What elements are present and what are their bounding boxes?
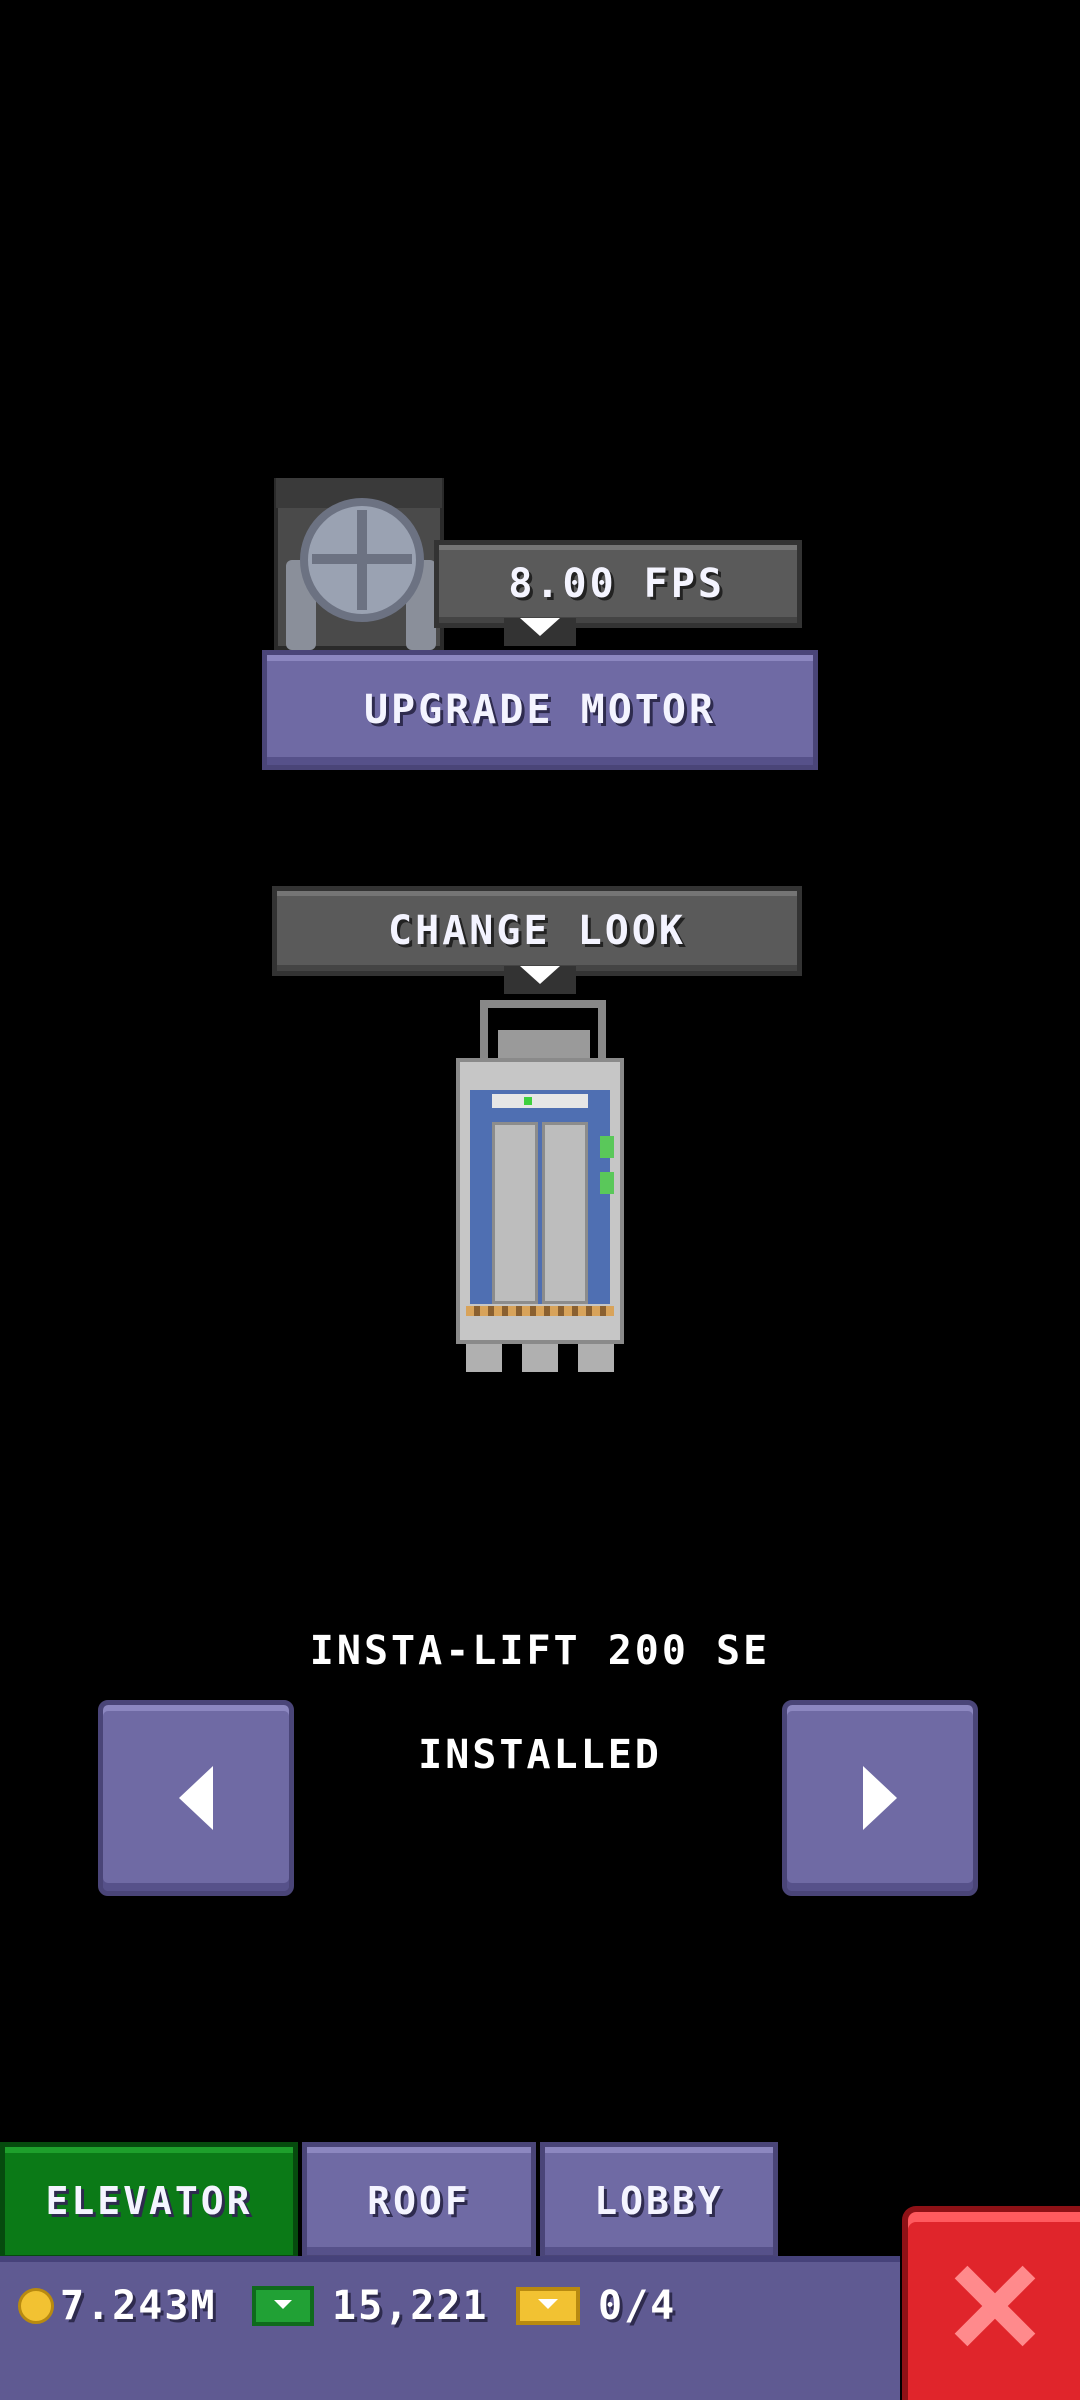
arrow-right-icon	[863, 1766, 897, 1830]
cab-door-right	[542, 1122, 588, 1304]
coin-amount: 7.243M	[60, 2283, 217, 2329]
motor-speed-box: 8.00 FPS	[434, 540, 802, 628]
close-button[interactable]	[902, 2206, 1080, 2400]
bux-counter: 15,221	[252, 2276, 489, 2336]
cab-button-panel	[600, 1136, 614, 1158]
cash-icon	[252, 2286, 314, 2326]
elevator-model-name: INSTA-LIFT 200 SE	[309, 1628, 771, 1674]
next-look-button[interactable]	[782, 1700, 978, 1896]
cab-top	[498, 1030, 590, 1060]
tab-lobby-label: LOBBY	[594, 2179, 724, 2223]
ticket-counter: 0/4	[516, 2276, 676, 2336]
arrow-left-icon	[179, 1766, 213, 1830]
coin-icon	[18, 2288, 54, 2324]
look-pointer	[504, 966, 576, 994]
speed-pointer	[504, 618, 576, 646]
motor-spoke	[357, 510, 367, 610]
cab-feet	[466, 1344, 614, 1372]
close-icon	[952, 2264, 1036, 2348]
change-look-button[interactable]: CHANGE LOOK	[272, 886, 802, 976]
tab-elevator-label: ELEVATOR	[45, 2179, 253, 2223]
coin-counter: 7.243M	[18, 2276, 217, 2336]
previous-look-button[interactable]	[98, 1700, 294, 1896]
cab-indicator-light	[524, 1097, 532, 1105]
bux-amount: 15,221	[332, 2283, 489, 2329]
cab-button-panel	[600, 1172, 614, 1194]
ticket-icon	[516, 2287, 580, 2325]
cab-floor	[466, 1306, 614, 1316]
tab-roof[interactable]: ROOF	[302, 2142, 536, 2260]
tab-elevator[interactable]: ELEVATOR	[0, 2142, 298, 2260]
upgrade-motor-button[interactable]: UPGRADE MOTOR	[262, 650, 818, 770]
motor-speed-label: 8.00 FPS	[508, 561, 725, 607]
change-look-label: CHANGE LOOK	[388, 908, 686, 954]
cab-light-strip	[492, 1094, 588, 1108]
caret-down-icon	[520, 618, 560, 636]
cab-door-left	[492, 1122, 538, 1304]
tab-roof-label: ROOF	[367, 2179, 471, 2223]
upgrade-motor-label: UPGRADE MOTOR	[363, 687, 717, 733]
cab-interior	[470, 1090, 610, 1304]
caret-down-icon	[520, 966, 560, 984]
ticket-amount: 0/4	[598, 2283, 677, 2329]
elevator-model-status: INSTALLED	[418, 1732, 662, 1778]
tab-lobby[interactable]: LOBBY	[540, 2142, 778, 2260]
